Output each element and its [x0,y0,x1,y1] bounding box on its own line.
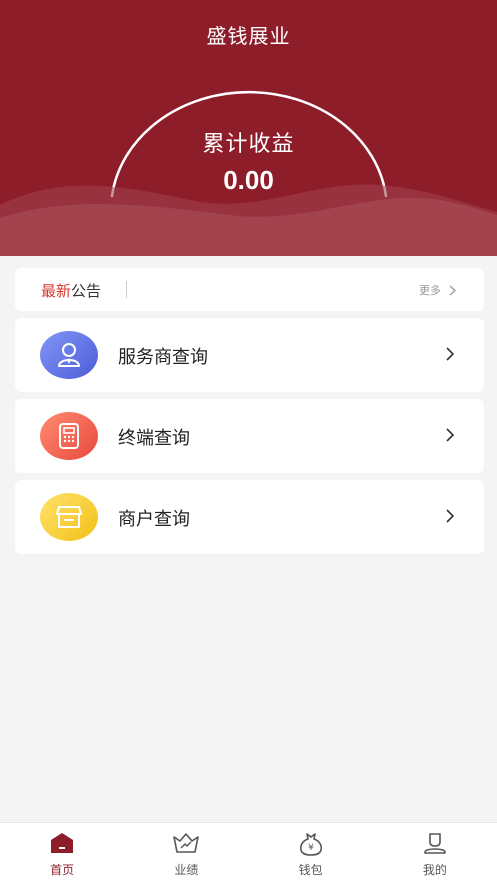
notice-bar[interactable]: 最新公告 更多 [15,268,484,311]
more-link[interactable]: 更多 [419,282,456,298]
menu-label-terminal-query: 终端查询 [118,428,190,449]
menu-label-service-provider-query: 服务商查询 [118,347,208,368]
menu-item-terminal-query[interactable]: 终端查询 [15,399,484,473]
more-label: 更多 [419,284,441,297]
chevron-right-icon [446,347,454,361]
profile-icon [424,833,446,854]
bottom-tab-bar: 首页 业绩 ¥ 钱包 我的 [0,822,497,884]
notice-divider [126,281,127,298]
notice-title: 最新公告 [41,280,101,301]
tab-label-profile: 我的 [422,863,447,877]
wallet-icon: ¥ [299,833,322,856]
menu-item-merchant-query[interactable]: 商户查询 [15,480,484,554]
tab-profile[interactable]: 我的 [373,823,497,884]
home-icon [51,833,74,853]
chevron-right-icon [446,428,454,442]
terminal-icon [40,412,98,460]
svg-text:¥: ¥ [308,843,314,853]
notice-title-highlight: 最新 [41,282,72,300]
tab-home[interactable]: 首页 [0,823,124,884]
performance-icon [173,833,200,853]
tab-label-performance: 业绩 [174,863,199,877]
service-provider-icon [40,331,98,379]
tab-wallet[interactable]: ¥ 钱包 [249,823,373,884]
menu-label-merchant-query: 商户查询 [118,509,190,530]
notice-title-rest: 公告 [71,282,102,300]
tab-label-home: 首页 [50,863,75,877]
menu-item-service-provider-query[interactable]: 服务商查询 [15,318,484,392]
tab-label-wallet: 钱包 [298,863,323,877]
tab-performance[interactable]: 业绩 [124,823,248,884]
header-banner: 盛钱展业 累计收益 0.00 [0,0,497,256]
chevron-right-icon [449,285,456,295]
chevron-right-icon [446,509,454,523]
total-earnings-value: 0.00 [223,165,274,195]
merchant-icon [40,493,98,541]
total-earnings-label: 累计收益 [202,132,295,157]
